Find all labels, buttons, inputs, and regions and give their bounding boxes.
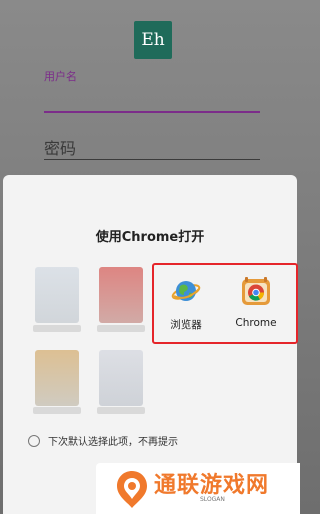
blurred-app-label [97, 325, 145, 332]
app-logo: Eh [134, 21, 172, 59]
blurred-app-option[interactable] [35, 267, 79, 323]
remember-choice-option[interactable]: 下次默认选择此项，不再提示 [28, 433, 178, 448]
blurred-app-label [97, 407, 145, 414]
app-option-chrome[interactable]: Chrome [228, 276, 284, 329]
username-field[interactable] [44, 111, 260, 113]
sheet-title: 使用Chrome打开 [95, 230, 205, 245]
blurred-app-option[interactable] [99, 267, 143, 323]
blurred-app-label [33, 407, 81, 414]
blurred-app-option[interactable] [99, 350, 143, 406]
watermark-slogan: SLOGAN [200, 496, 225, 503]
watermark-logo-icon [117, 471, 147, 508]
username-label: 用户名 [44, 70, 77, 83]
app-label: 浏览器 [170, 319, 202, 331]
blurred-app-option[interactable] [35, 350, 79, 406]
app-option-browser[interactable]: 浏览器 [158, 276, 214, 332]
watermark-text: 通联游戏网 [154, 473, 270, 498]
password-field[interactable]: 密码 [44, 135, 76, 159]
password-underline [44, 159, 260, 160]
blurred-app-label [33, 325, 81, 332]
globe-browser-icon [171, 281, 201, 301]
radio-button[interactable] [28, 434, 40, 447]
remember-choice-label: 下次默认选择此项，不再提示 [48, 437, 178, 448]
watermark: 通联游戏网 SLOGAN [96, 463, 300, 514]
app-label: Chrome [235, 317, 277, 329]
chrome-icon [242, 277, 270, 305]
